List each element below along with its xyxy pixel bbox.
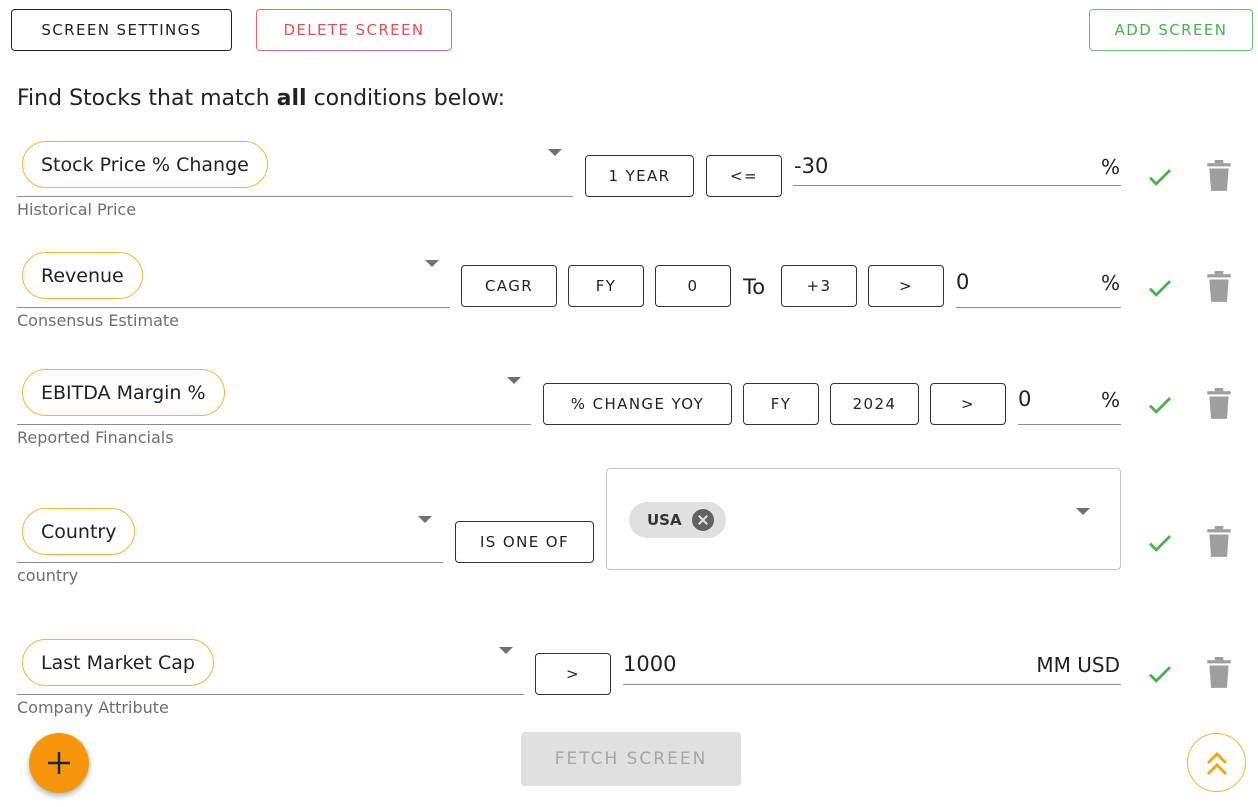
trash-icon[interactable] xyxy=(1206,160,1232,192)
metric-underline xyxy=(17,307,450,308)
caret-down-icon[interactable] xyxy=(418,516,432,523)
remove-chip-icon[interactable] xyxy=(691,509,714,531)
check-icon[interactable] xyxy=(1145,273,1175,303)
fetch-screen-button[interactable]: FETCH SCREEN xyxy=(521,732,741,786)
to-label: To xyxy=(743,275,766,299)
unit-label: % xyxy=(1100,271,1120,295)
value-underline xyxy=(623,684,1121,685)
trash-icon[interactable] xyxy=(1206,657,1232,689)
year-button[interactable]: 2024 xyxy=(830,383,919,425)
metric-select[interactable]: Country xyxy=(22,508,136,555)
check-icon[interactable] xyxy=(1145,659,1175,689)
add-condition-button[interactable] xyxy=(29,733,89,793)
period-type-button[interactable]: FY xyxy=(568,265,644,307)
trash-icon[interactable] xyxy=(1206,526,1232,558)
conditions-heading: Find Stocks that match all conditions be… xyxy=(17,86,505,111)
metric-underline xyxy=(17,424,531,425)
caret-down-icon[interactable] xyxy=(548,149,562,156)
heading-bold: all xyxy=(276,86,307,111)
operator-button[interactable]: > xyxy=(535,653,611,695)
value-underline xyxy=(1018,424,1121,425)
metric-category: Company Attribute xyxy=(17,698,169,717)
period-button[interactable]: 1 YEAR xyxy=(585,155,694,197)
value-underline xyxy=(956,307,1121,308)
scroll-to-top-button[interactable] xyxy=(1187,733,1246,792)
value-input[interactable]: 1000 xyxy=(623,652,676,676)
from-button[interactable]: 0 xyxy=(655,265,731,307)
metric-underline xyxy=(17,196,573,197)
operator-button[interactable]: <= xyxy=(706,155,782,197)
plus-icon xyxy=(48,752,70,774)
country-multiselect[interactable]: USA xyxy=(606,468,1121,570)
period-type-button[interactable]: FY xyxy=(743,383,819,425)
heading-prefix: Find Stocks that match xyxy=(17,86,277,111)
calc-button[interactable]: % CHANGE YOY xyxy=(543,383,732,425)
operator-button[interactable]: > xyxy=(868,265,944,307)
metric-select[interactable]: Last Market Cap xyxy=(22,639,214,686)
to-button[interactable]: +3 xyxy=(781,265,857,307)
caret-down-icon[interactable] xyxy=(507,377,521,384)
value-underline xyxy=(793,185,1121,186)
unit-label: % xyxy=(1100,155,1120,179)
metric-select[interactable]: EBITDA Margin % xyxy=(22,369,225,416)
check-icon[interactable] xyxy=(1145,162,1175,192)
value-input[interactable]: -30 xyxy=(794,154,828,178)
screen-settings-button[interactable]: SCREEN SETTINGS xyxy=(11,9,232,51)
caret-down-icon[interactable] xyxy=(499,647,513,654)
chip-label: USA xyxy=(647,511,682,529)
add-screen-button[interactable]: ADD SCREEN xyxy=(1089,9,1253,51)
selected-country-chip[interactable]: USA xyxy=(629,502,726,538)
calc-button[interactable]: CAGR xyxy=(461,265,557,307)
metric-underline xyxy=(17,694,524,695)
check-icon[interactable] xyxy=(1145,390,1175,420)
double-chevron-up-icon xyxy=(1206,751,1227,775)
trash-icon[interactable] xyxy=(1206,271,1232,303)
value-input[interactable]: 0 xyxy=(956,270,969,294)
metric-category: country xyxy=(17,566,79,585)
metric-category: Reported Financials xyxy=(17,428,174,447)
trash-icon[interactable] xyxy=(1206,388,1232,420)
metric-select[interactable]: Stock Price % Change xyxy=(22,141,268,188)
metric-category: Consensus Estimate xyxy=(17,311,179,330)
delete-screen-button[interactable]: DELETE SCREEN xyxy=(256,9,452,51)
unit-label: MM USD xyxy=(1036,653,1120,677)
operator-button[interactable]: IS ONE OF xyxy=(455,521,594,563)
metric-underline xyxy=(17,562,443,563)
unit-label: % xyxy=(1100,388,1120,412)
operator-button[interactable]: > xyxy=(930,383,1006,425)
metric-category: Historical Price xyxy=(17,200,137,219)
caret-down-icon[interactable] xyxy=(1076,508,1090,515)
value-input[interactable]: 0 xyxy=(1018,387,1031,411)
metric-select[interactable]: Revenue xyxy=(22,252,143,299)
heading-suffix: conditions below: xyxy=(306,86,506,111)
check-icon[interactable] xyxy=(1145,528,1175,558)
caret-down-icon[interactable] xyxy=(425,260,439,267)
